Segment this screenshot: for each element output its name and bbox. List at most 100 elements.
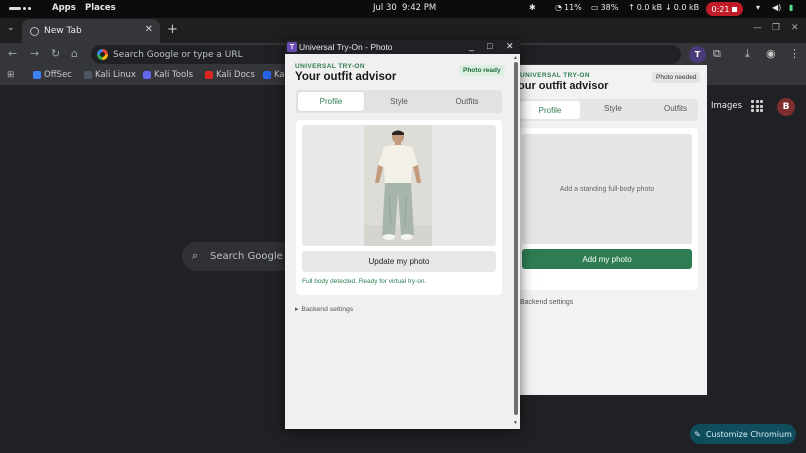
app-icon: T <box>287 42 297 52</box>
update-photo-button[interactable]: Update my photo <box>302 251 496 272</box>
close-icon[interactable]: ✕ <box>506 41 514 52</box>
extension-popup-background: UNIVERSAL TRY-ON our outfit advisor Phot… <box>506 65 707 395</box>
add-photo-button[interactable]: Add my photo <box>522 249 692 269</box>
user-full-body-photo <box>364 125 432 246</box>
photo-hint: Add a standing full-body photo <box>559 185 655 193</box>
profile-photo-card: Update my photo Full body detected. Read… <box>296 120 502 295</box>
scrollbar-thumb[interactable] <box>514 62 518 415</box>
tab-title: New Tab <box>44 26 82 36</box>
cpu-icon: ◔ <box>555 3 562 12</box>
extensions-puzzle-icon[interactable]: ⧉ <box>713 47 721 61</box>
tab-style[interactable]: Style <box>366 90 432 113</box>
tab-new-tab[interactable]: New Tab ✕ <box>22 19 160 43</box>
arrow-down-icon: ↓ <box>665 3 672 12</box>
try-on-extension-icon[interactable]: T <box>689 46 706 63</box>
close-tab-icon[interactable]: ✕ <box>145 24 153 35</box>
menu-kebab-icon[interactable]: ⋮ <box>789 47 800 60</box>
apps-grid-icon[interactable]: ⊞ <box>7 70 14 80</box>
profile-icon[interactable]: ◉ <box>766 47 776 60</box>
maximize-icon[interactable]: □ <box>487 41 492 51</box>
tab-outfits[interactable]: Outfits <box>434 90 500 113</box>
memory-value: 38% <box>600 3 619 12</box>
brand-label: UNIVERSAL TRY-ON <box>520 72 590 79</box>
account-avatar[interactable]: B <box>777 98 795 116</box>
pencil-icon: ✎ <box>694 429 701 439</box>
clock-date[interactable]: Jul 30 <box>373 3 397 13</box>
screen-recording-indicator[interactable]: 0:21 <box>706 2 743 16</box>
wifi-icon[interactable]: ▾ <box>756 3 760 12</box>
memory-indicator: ▭ 38% <box>591 3 618 12</box>
ntp-search-placeholder: Search Google o <box>210 251 293 262</box>
popup-window-title: Universal Try-On - Photo <box>299 42 393 52</box>
photo-placeholder[interactable]: Add a standing full-body photo <box>522 134 692 244</box>
bookmark-icon <box>263 71 271 79</box>
minimize-window-icon[interactable]: — <box>753 23 762 33</box>
download-icon[interactable]: ⤓ <box>745 47 750 61</box>
kali-icon <box>84 71 92 79</box>
detection-status-message: Full body detected. Ready for virtual tr… <box>302 278 427 285</box>
bookmark-kali-docs[interactable]: Kali Docs <box>205 70 255 80</box>
net-down-indicator: ↓ 0.0 kB <box>665 3 699 12</box>
bg-tab-bar: Profile Style Outfits <box>516 99 698 121</box>
back-icon[interactable]: ← <box>8 47 17 60</box>
bg-tab-outfits[interactable]: Outfits <box>664 104 687 113</box>
places-menu[interactable]: Places <box>85 3 116 13</box>
activities-indicator[interactable] <box>9 7 31 10</box>
bg-tab-profile[interactable]: Profile <box>520 101 580 119</box>
net-down-value: 0.0 kB <box>673 3 700 12</box>
arrow-up-icon: ↑ <box>628 3 635 12</box>
brand-label: UNIVERSAL TRY-ON <box>295 63 365 70</box>
tab-search-icon[interactable]: ⌄ <box>7 23 15 33</box>
bookmark-kali-linux[interactable]: Kali Linux <box>84 70 136 80</box>
photo-status-badge: Photo needed <box>652 72 701 83</box>
panel-title: our outfit advisor <box>518 80 609 92</box>
reload-icon[interactable]: ↻ <box>51 47 60 60</box>
battery-icon[interactable]: ▮ <box>789 3 793 12</box>
new-tab-button[interactable]: + <box>167 22 178 37</box>
net-up-indicator: ↑ 0.0 kB <box>628 3 662 12</box>
bg-photo-card: Add a standing full-body photo Add my ph… <box>516 128 698 290</box>
clock-time[interactable]: 9:42 PM <box>402 3 436 13</box>
bookmark-label: Kali Docs <box>216 70 255 80</box>
customize-chromium-button[interactable]: ✎ Customize Chromium <box>690 424 796 444</box>
stop-icon <box>732 6 738 12</box>
cpu-value: 11% <box>563 3 582 12</box>
volume-icon[interactable]: ◀) <box>772 3 781 12</box>
home-icon[interactable]: ⌂ <box>71 47 78 60</box>
page-title: Your outfit advisor <box>295 71 397 83</box>
apps-menu[interactable]: Apps <box>52 3 76 13</box>
bookmark-kali-tools[interactable]: Kali Tools <box>143 70 193 80</box>
restore-window-icon[interactable]: ❐ <box>772 23 780 33</box>
popup-title-bar[interactable]: T Universal Try-On - Photo _ □ ✕ <box>285 40 520 54</box>
images-link[interactable]: Images <box>711 101 742 111</box>
close-window-icon[interactable]: ✕ <box>791 23 799 33</box>
triangle-right-icon: ▸ <box>295 306 299 313</box>
cpu-indicator: ◔ 11% <box>555 3 582 12</box>
net-up-value: 0.0 kB <box>636 3 663 12</box>
forward-icon[interactable]: → <box>30 47 39 60</box>
recording-time: 0:21 <box>711 4 730 14</box>
bookmark-label: Ka <box>274 70 285 80</box>
customize-label: Customize Chromium <box>705 429 792 439</box>
minimize-icon[interactable]: _ <box>469 41 474 51</box>
scroll-up-icon[interactable]: ▲ <box>513 55 518 61</box>
tab-profile[interactable]: Profile <box>298 92 364 111</box>
bookmark-label: Kali Tools <box>154 70 193 80</box>
google-icon <box>97 49 108 60</box>
bluetooth-icon[interactable]: ✱ <box>529 3 536 12</box>
tab-bar: Profile Style Outfits <box>296 90 502 113</box>
offsec-icon <box>33 71 41 79</box>
try-on-popup-window: T Universal Try-On - Photo _ □ ✕ ▲ ▼ UNI… <box>285 40 520 429</box>
bookmark-offsec[interactable]: OffSec <box>33 70 72 80</box>
scroll-down-icon[interactable]: ▼ <box>513 420 518 426</box>
memory-icon: ▭ <box>591 3 599 12</box>
backend-settings-label: Backend settings <box>301 305 354 313</box>
bg-backend-settings[interactable]: Backend settings <box>520 299 573 306</box>
photo-preview-area <box>302 125 496 246</box>
bg-tab-style[interactable]: Style <box>604 104 622 113</box>
address-placeholder: Search Google or type a URL <box>113 49 243 60</box>
backend-settings-toggle[interactable]: ▸ Backend settings <box>295 305 354 314</box>
google-apps-icon[interactable] <box>751 100 763 112</box>
bookmark-label: OffSec <box>44 70 72 80</box>
bookmark-ka[interactable]: Ka <box>263 70 285 80</box>
